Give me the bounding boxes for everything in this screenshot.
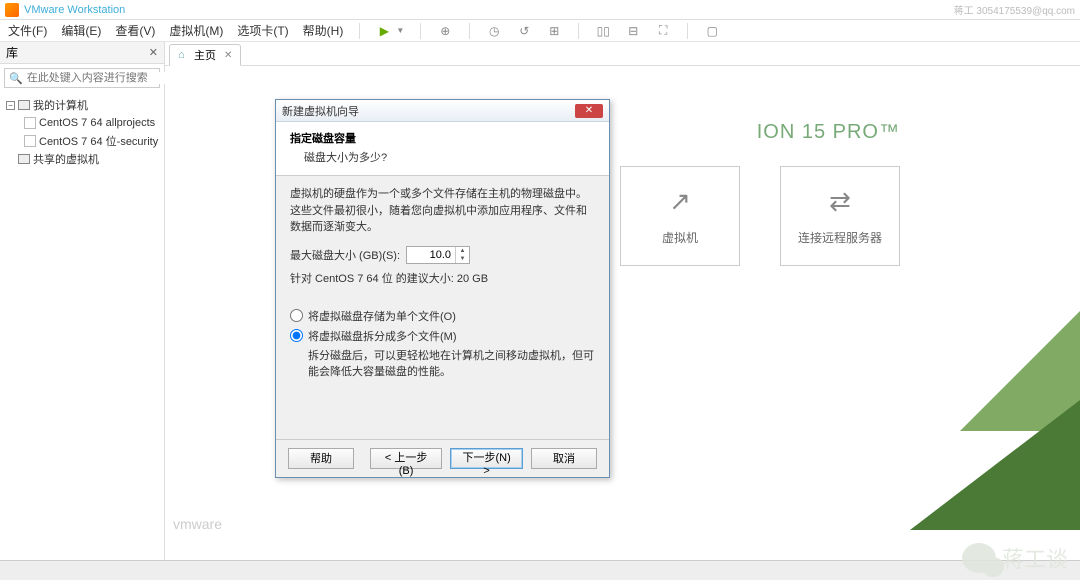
dialog-description: 虚拟机的硬盘作为一个或多个文件存储在主机的物理磁盘中。这些文件最初很小，随着您向… (290, 186, 595, 236)
home-icon: ⌂ (178, 49, 190, 61)
tree-item-vm2[interactable]: CentOS 7 64 位-security (2, 132, 162, 150)
tab-label: 主页 (194, 47, 216, 63)
tree-label: 我的计算机 (33, 97, 88, 113)
revert-icon[interactable]: ↺ (516, 23, 532, 39)
disk-size-label: 最大磁盘大小 (GB)(S): (290, 247, 400, 263)
disk-size-spinner[interactable]: ▲▼ (406, 246, 470, 264)
play-dropdown-icon[interactable]: ▼ (396, 26, 404, 35)
spinner-up-icon[interactable]: ▲ (456, 247, 469, 255)
brand-text: vmware (173, 516, 222, 532)
recommend-text: 针对 CentOS 7 64 位 的建议大小: 20 GB (290, 270, 595, 286)
tree-label: CentOS 7 64 allprojects (39, 117, 155, 129)
card-open-vm[interactable]: ↗ 虚拟机 (620, 166, 740, 266)
manage-icon[interactable]: ⊞ (546, 23, 562, 39)
disk-size-input[interactable] (407, 249, 455, 261)
wechat-watermark: 蒋工谈 (962, 542, 1068, 574)
wechat-icon (962, 543, 996, 573)
unity-icon[interactable]: ▢ (704, 23, 720, 39)
dialog-header: 指定磁盘容量 磁盘大小为多少? (276, 122, 609, 176)
separator (469, 23, 470, 39)
separator (420, 23, 421, 39)
vmware-logo-icon (5, 3, 19, 17)
wechat-label: 蒋工谈 (1002, 542, 1068, 574)
snapshot-icon[interactable]: ⊕ (437, 23, 453, 39)
collapse-icon[interactable]: − (6, 101, 15, 110)
dialog-titlebar[interactable]: 新建虚拟机向导 ✕ (276, 100, 609, 122)
card-label: 连接远程服务器 (798, 229, 882, 246)
tree-root-mycomputer[interactable]: − 我的计算机 (2, 96, 162, 114)
shared-icon (18, 154, 30, 164)
menu-tabs[interactable]: 选项卡(T) (237, 22, 288, 39)
sidebar: 库 ✕ 🔍 ▼ − 我的计算机 CentOS 7 64 allprojects … (0, 42, 165, 560)
menu-help[interactable]: 帮助(H) (303, 22, 344, 39)
vm-icon (24, 135, 36, 147)
dialog-heading: 指定磁盘容量 (290, 130, 595, 146)
vm-icon (24, 117, 36, 129)
vm-tree: − 我的计算机 CentOS 7 64 allprojects CentOS 7… (0, 92, 164, 172)
spinner-arrows[interactable]: ▲▼ (455, 247, 469, 263)
sidebar-title: 库 (6, 44, 18, 61)
cancel-button[interactable]: 取消 (531, 448, 597, 469)
sidebar-close-icon[interactable]: ✕ (149, 46, 158, 59)
menu-file[interactable]: 文件(F) (8, 22, 47, 39)
split-hint: 拆分磁盘后，可以更轻松地在计算机之间移动虚拟机，但可能会降低大容量磁盘的性能。 (290, 348, 595, 381)
menu-edit[interactable]: 编辑(E) (61, 22, 101, 39)
tree-root-shared[interactable]: 共享的虚拟机 (2, 150, 162, 168)
fullscreen-icon[interactable]: ⛶ (655, 23, 671, 39)
watermark-text: 蒋工 3054175539@qq.com (954, 2, 1075, 17)
radio-single-label: 将虚拟磁盘存储为单个文件(O) (308, 308, 456, 324)
decorative-triangle (910, 400, 1080, 530)
play-icon[interactable]: ▶ (376, 23, 392, 39)
radio-single-file[interactable]: 将虚拟磁盘存储为单个文件(O) (290, 308, 595, 324)
menubar: 文件(F) 编辑(E) 查看(V) 虚拟机(M) 选项卡(T) 帮助(H) ▶ ▼… (0, 20, 1080, 42)
radio-split-file[interactable]: 将虚拟磁盘拆分成多个文件(M) (290, 328, 595, 344)
connect-icon: ⇄ (829, 186, 851, 217)
radio-split-label: 将虚拟磁盘拆分成多个文件(M) (308, 328, 457, 344)
tab-strip: ⌂ 主页 ✕ (165, 42, 1080, 66)
open-icon: ↗ (669, 186, 691, 217)
clock-icon[interactable]: ◷ (486, 23, 502, 39)
search-input[interactable] (27, 72, 169, 84)
separator (359, 23, 360, 39)
menu-view[interactable]: 查看(V) (115, 22, 155, 39)
tree-label: 共享的虚拟机 (33, 151, 99, 167)
search-icon: 🔍 (9, 72, 23, 85)
spinner-down-icon[interactable]: ▼ (456, 255, 469, 263)
next-button[interactable]: 下一步(N) > (450, 448, 523, 469)
product-title: ION 15 PRO™ (757, 121, 900, 144)
help-button[interactable]: 帮助 (288, 448, 354, 469)
window-titlebar: VMware Workstation 蒋工 3054175539@qq.com (0, 0, 1080, 20)
dialog-close-icon[interactable]: ✕ (575, 104, 603, 118)
tab-home[interactable]: ⌂ 主页 ✕ (169, 44, 241, 66)
back-button[interactable]: < 上一步(B) (370, 448, 442, 469)
radio-split-input[interactable] (290, 329, 303, 342)
layout2-icon[interactable]: ⊟ (625, 23, 641, 39)
dialog-subheading: 磁盘大小为多少? (290, 149, 595, 165)
disk-size-row: 最大磁盘大小 (GB)(S): ▲▼ (290, 246, 595, 264)
menu-vm[interactable]: 虚拟机(M) (169, 22, 223, 39)
separator (578, 23, 579, 39)
tab-close-icon[interactable]: ✕ (224, 50, 232, 61)
window-title: VMware Workstation (24, 4, 125, 16)
dialog-body: 虚拟机的硬盘作为一个或多个文件存储在主机的物理磁盘中。这些文件最初很小，随着您向… (276, 176, 609, 439)
card-label: 虚拟机 (662, 229, 698, 246)
new-vm-wizard-dialog: 新建虚拟机向导 ✕ 指定磁盘容量 磁盘大小为多少? 虚拟机的硬盘作为一个或多个文… (275, 99, 610, 478)
sidebar-header: 库 ✕ (0, 42, 164, 64)
computer-icon (18, 100, 30, 110)
dialog-title: 新建虚拟机向导 (282, 103, 359, 119)
layout1-icon[interactable]: ▯▯ (595, 23, 611, 39)
radio-single-input[interactable] (290, 309, 303, 322)
sidebar-search[interactable]: 🔍 ▼ (4, 68, 160, 88)
dialog-button-row: 帮助 < 上一步(B) 下一步(N) > 取消 (276, 439, 609, 477)
home-cards: ↗ 虚拟机 ⇄ 连接远程服务器 (620, 166, 900, 266)
tree-item-vm1[interactable]: CentOS 7 64 allprojects (2, 114, 162, 132)
card-connect-remote[interactable]: ⇄ 连接远程服务器 (780, 166, 900, 266)
separator (687, 23, 688, 39)
tree-label: CentOS 7 64 位-security (39, 133, 158, 149)
status-bar (0, 560, 1080, 580)
